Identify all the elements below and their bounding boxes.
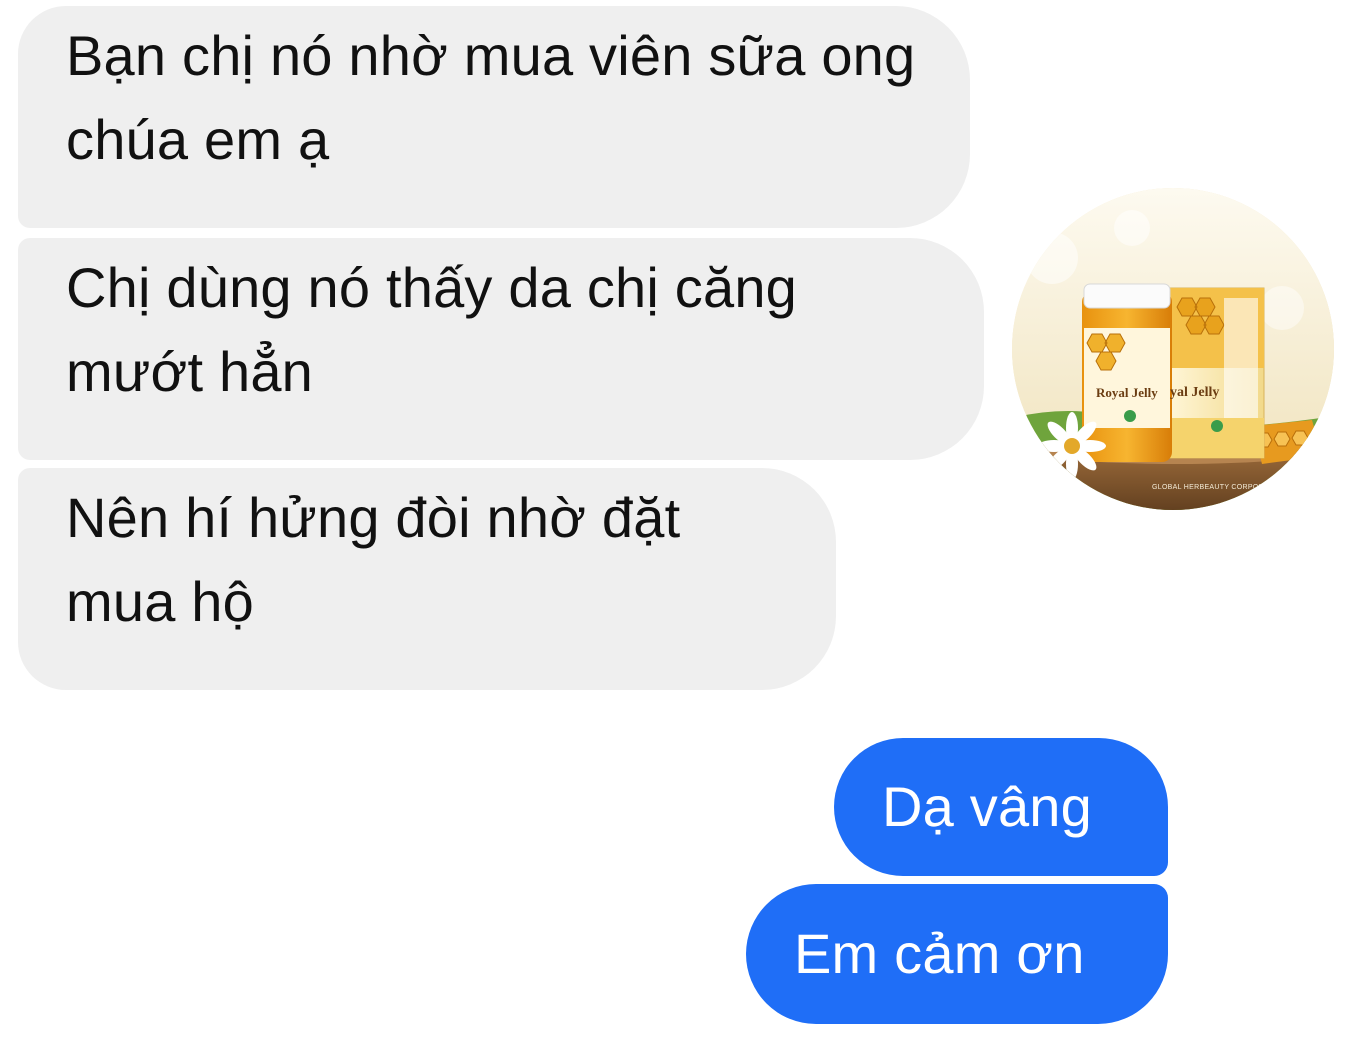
incoming-message[interactable]: Chị dùng nó thấy da chị căng mướt hẳn — [18, 238, 984, 460]
outgoing-message[interactable]: Dạ vâng — [834, 738, 1168, 876]
outgoing-message[interactable]: Em cảm ơn — [746, 884, 1168, 1024]
message-text: Em cảm ơn — [794, 922, 1085, 985]
incoming-message[interactable]: Nên hí hửng đòi nhờ đặt mua hộ — [18, 468, 836, 690]
royal-jelly-product-image — [1012, 188, 1334, 510]
corporation-label: GLOBAL HERBEAUTY CORPORATI — [1152, 484, 1276, 491]
jar-label: Royal Jelly — [1096, 385, 1158, 400]
brand-logo-text: ʘchol — [1287, 226, 1324, 242]
message-text: Nên hí hửng đòi nhờ đặt mua hộ — [66, 486, 681, 633]
sender-avatar[interactable]: ʘchol Royal Jelly yal Jelly GLOBAL HERBE… — [1012, 188, 1334, 510]
message-text: Chị dùng nó thấy da chị căng mướt hẳn — [66, 256, 798, 403]
box-label: yal Jelly — [1170, 385, 1220, 400]
incoming-message[interactable]: Bạn chị nó nhờ mua viên sữa ong chúa em … — [18, 6, 970, 228]
message-text: Bạn chị nó nhờ mua viên sữa ong chúa em … — [66, 24, 916, 171]
message-text: Dạ vâng — [882, 775, 1092, 838]
